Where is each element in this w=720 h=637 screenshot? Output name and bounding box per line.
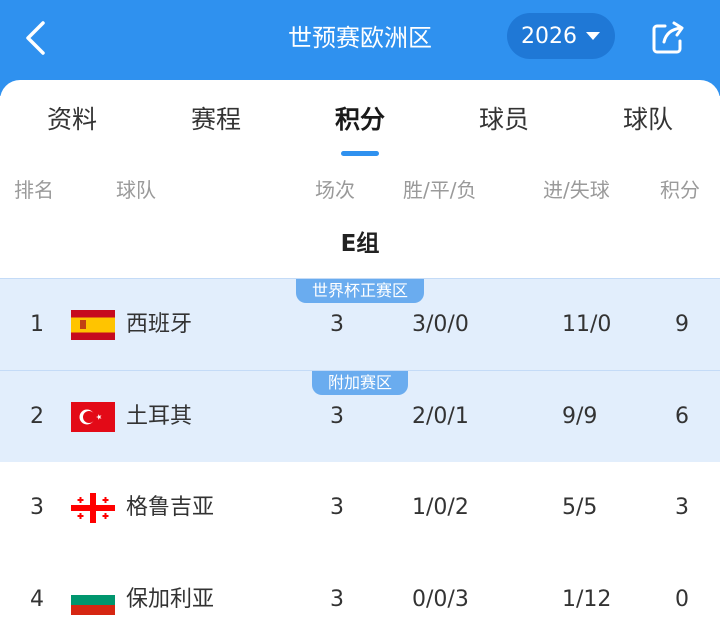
tab-info[interactable]: 资料 <box>0 80 144 158</box>
col-team: 球队 <box>116 178 156 202</box>
zone-badge: 世界杯正赛区 <box>295 279 425 303</box>
standings-screen: 世预赛欧洲区 2026 资料 赛程 积分 球员 球队 排名 球队 场次 胜/平/… <box>0 0 720 637</box>
content-panel: 资料 赛程 积分 球员 球队 排名 球队 场次 胜/平/负 进/失球 积分 E组… <box>0 80 720 637</box>
col-played: 场次 <box>315 178 355 202</box>
points-cell: 3 <box>675 495 689 520</box>
year-dropdown[interactable]: 2026 <box>507 13 615 59</box>
tab-standings[interactable]: 积分 <box>288 80 432 158</box>
col-wdl: 胜/平/负 <box>403 178 477 202</box>
played-cell: 3 <box>330 587 344 612</box>
share-button[interactable] <box>648 18 688 58</box>
georgia-flag-icon <box>71 493 115 523</box>
tab-label: 赛程 <box>190 105 241 134</box>
played-cell: 3 <box>330 495 344 520</box>
table-header: 排名 球队 场次 胜/平/负 进/失球 积分 <box>0 158 720 206</box>
active-tab-indicator <box>341 151 379 156</box>
played-cell: 3 <box>330 404 344 429</box>
rank-cell: 3 <box>30 495 44 520</box>
goals-cell: 11/0 <box>562 312 612 337</box>
tab-label: 资料 <box>46 105 97 134</box>
team-name: 格鲁吉亚 <box>126 495 215 520</box>
turkey-flag-icon <box>71 402 115 432</box>
col-points: 积分 <box>660 178 700 202</box>
rank-cell: 2 <box>30 404 44 429</box>
tab-bar: 资料 赛程 积分 球员 球队 <box>0 80 720 158</box>
col-rank: 排名 <box>14 178 54 202</box>
share-icon <box>652 21 684 54</box>
wdl-cell: 0/0/3 <box>412 587 469 612</box>
points-cell: 0 <box>675 587 689 612</box>
table-row[interactable]: 3 格鲁吉亚 3 1/0/2 5/5 3 <box>0 462 720 554</box>
tab-label: 球队 <box>622 105 673 134</box>
goals-cell: 1/12 <box>562 587 612 612</box>
tab-label: 球员 <box>478 105 529 134</box>
table-row[interactable]: 世界杯正赛区 1 西班牙 3 3/0/0 11/0 9 <box>0 278 720 370</box>
tab-teams[interactable]: 球队 <box>576 80 720 158</box>
rank-cell: 1 <box>30 312 44 337</box>
standings-table: 世界杯正赛区 1 西班牙 3 3/0/0 11/0 9 附加赛区 2 土耳其 3… <box>0 278 720 637</box>
col-goals: 进/失球 <box>543 178 610 202</box>
group-title: E组 <box>340 231 380 257</box>
team-name: 保加利亚 <box>126 587 215 612</box>
wdl-cell: 3/0/0 <box>412 312 469 337</box>
team-name: 土耳其 <box>126 404 193 429</box>
points-cell: 6 <box>675 404 689 429</box>
tab-schedule[interactable]: 赛程 <box>144 80 288 158</box>
points-cell: 9 <box>675 312 689 337</box>
caret-down-icon <box>586 32 600 40</box>
wdl-cell: 2/0/1 <box>412 404 469 429</box>
wdl-cell: 1/0/2 <box>412 495 469 520</box>
year-value: 2026 <box>521 23 577 49</box>
goals-cell: 9/9 <box>562 404 598 429</box>
tab-label: 积分 <box>334 105 385 134</box>
zone-badge: 附加赛区 <box>311 371 409 395</box>
tab-players[interactable]: 球员 <box>432 80 576 158</box>
table-row[interactable]: 附加赛区 2 土耳其 3 2/0/1 9/9 6 <box>0 370 720 462</box>
table-row[interactable]: 4 保加利亚 3 0/0/3 1/12 0 <box>0 554 720 637</box>
goals-cell: 5/5 <box>562 495 598 520</box>
team-name: 西班牙 <box>126 312 193 337</box>
bulgaria-flag-icon <box>71 585 115 615</box>
spain-flag-icon <box>71 310 115 340</box>
played-cell: 3 <box>330 312 344 337</box>
rank-cell: 4 <box>30 587 44 612</box>
